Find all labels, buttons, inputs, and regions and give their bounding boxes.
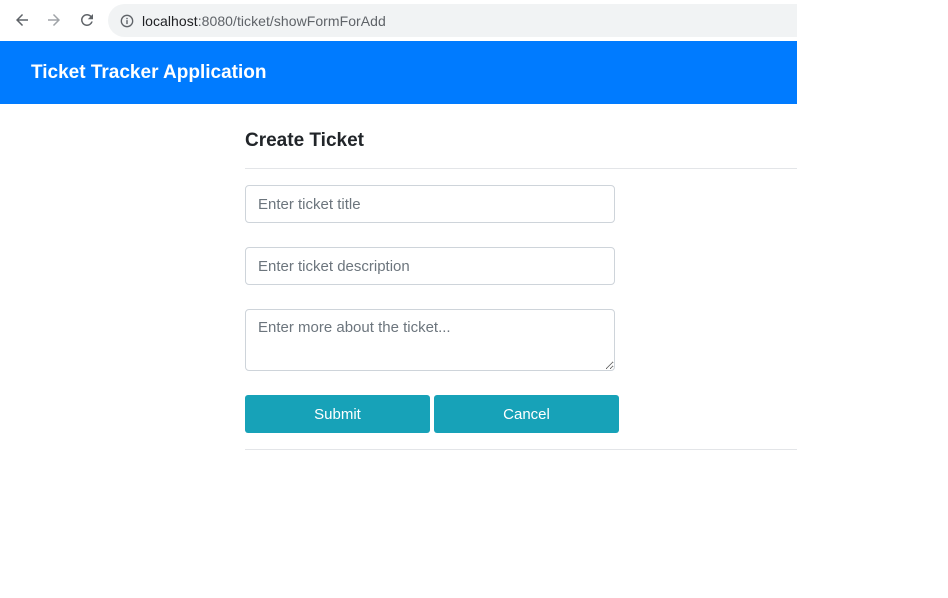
ticket-description-input[interactable] — [245, 247, 615, 285]
page-title: Create Ticket — [245, 130, 364, 151]
url-host: localhost — [142, 12, 198, 29]
arrow-left-icon — [16, 14, 28, 26]
address-bar[interactable]: localhost:8080/ticket/showFormForAdd — [108, 4, 797, 37]
ticket-title-input[interactable] — [245, 185, 615, 223]
ticket-content-textarea[interactable] — [245, 309, 615, 371]
app-title[interactable]: Ticket Tracker Application — [31, 62, 266, 84]
reload-button[interactable] — [77, 10, 97, 30]
browser-toolbar: localhost:8080/ticket/showFormForAdd — [0, 0, 797, 41]
back-button[interactable] — [12, 10, 32, 30]
submit-button[interactable]: Submit — [245, 395, 430, 433]
url-text: localhost:8080/ticket/showFormForAdd — [142, 13, 386, 29]
app-header: Ticket Tracker Application — [0, 41, 797, 104]
arrow-right-icon — [48, 14, 60, 26]
cancel-button[interactable]: Cancel — [434, 395, 619, 433]
url-path: :8080/ticket/showFormForAdd — [197, 12, 386, 29]
divider-bottom — [245, 449, 797, 450]
forward-button[interactable] — [44, 10, 64, 30]
reload-icon — [80, 13, 93, 26]
divider-top — [245, 168, 797, 169]
info-icon[interactable] — [120, 14, 134, 28]
